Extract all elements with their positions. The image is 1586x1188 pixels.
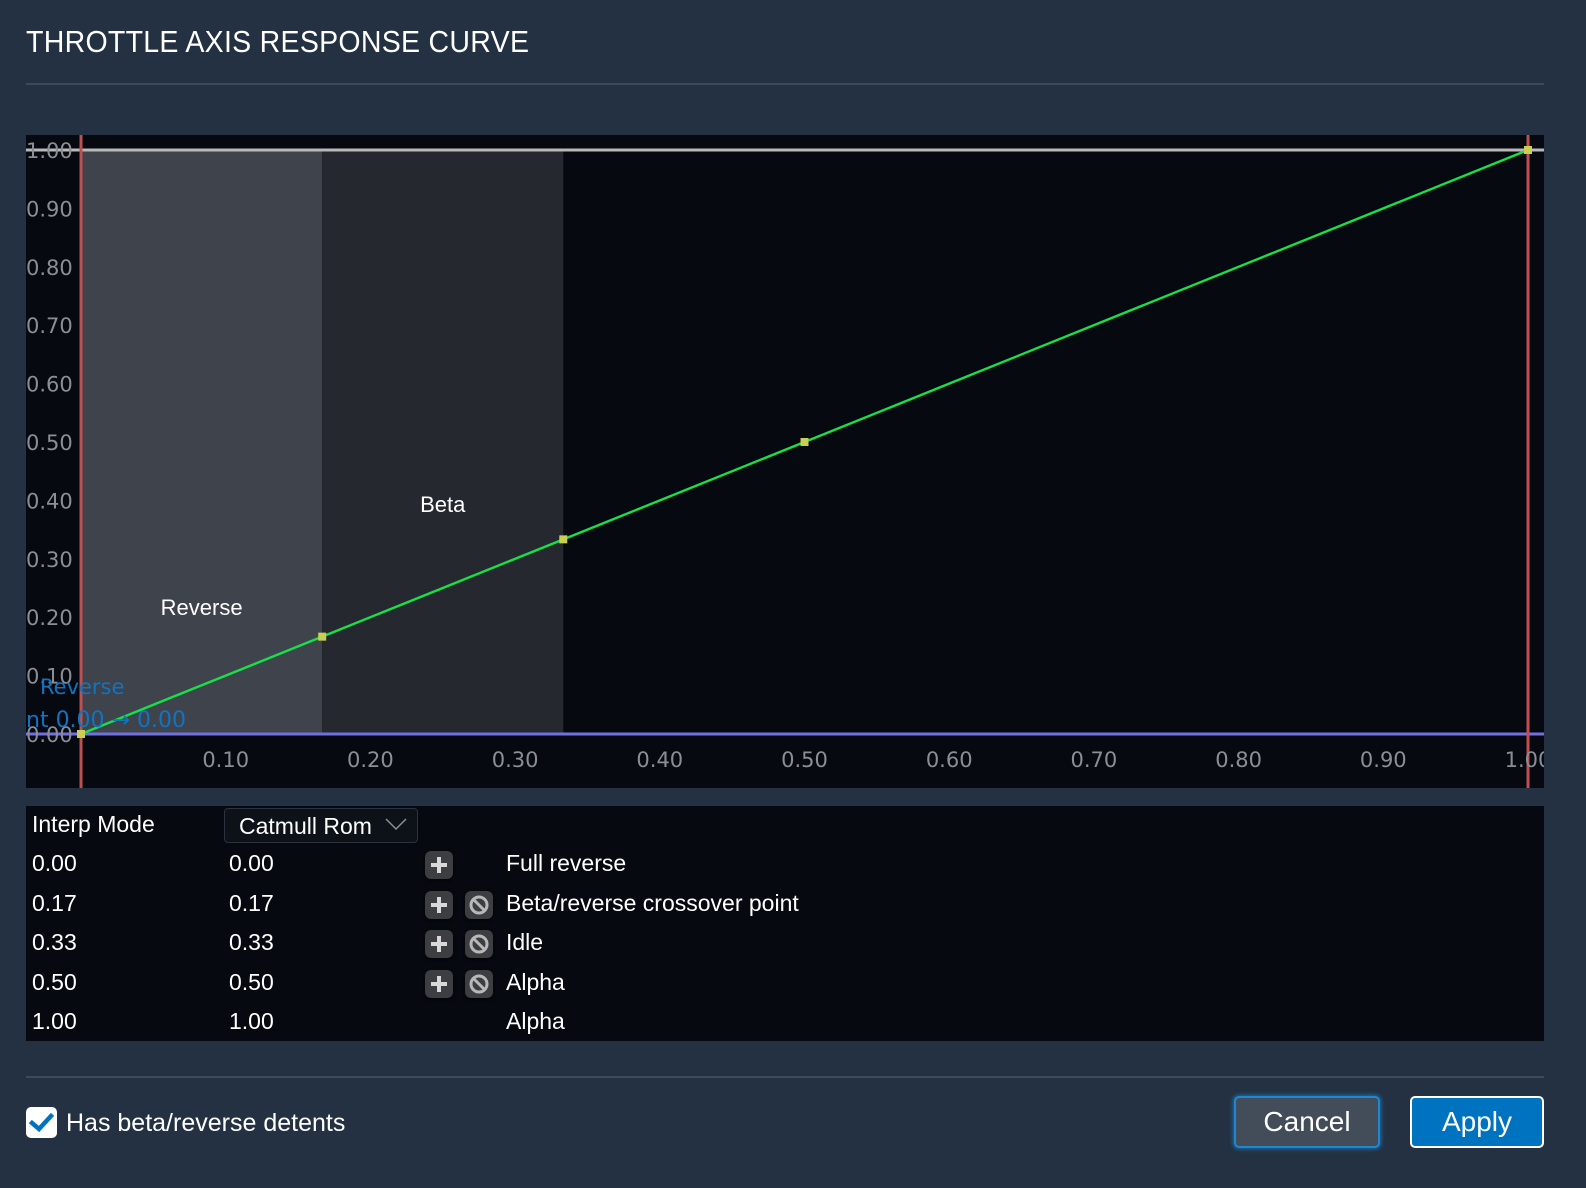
point-name-cell: Beta/reverse crossover point bbox=[506, 890, 799, 916]
x-tick-label: 0.50 bbox=[781, 748, 828, 772]
beta-reverse-detents-checkbox[interactable] bbox=[26, 1107, 57, 1138]
plus-icon bbox=[431, 936, 447, 952]
x-tick-label: 0.80 bbox=[1215, 748, 1262, 772]
x-tick-label: 0.10 bbox=[202, 748, 249, 772]
y-tick-label: 0.40 bbox=[26, 489, 73, 513]
control-point-handle[interactable] bbox=[1524, 146, 1532, 154]
y-tick-label: 0.90 bbox=[26, 197, 73, 221]
add-point-button[interactable] bbox=[425, 891, 453, 919]
region-band-reverse bbox=[81, 150, 323, 734]
region-label-beta: Beta bbox=[420, 492, 466, 517]
x-tick-label: 0.90 bbox=[1360, 748, 1407, 772]
region-label-reverse: Reverse bbox=[161, 595, 243, 620]
input-value-cell[interactable]: 0.50 bbox=[32, 969, 77, 996]
control-point-handle[interactable] bbox=[559, 535, 568, 544]
y-tick-label: 0.50 bbox=[26, 431, 73, 455]
output-value-cell[interactable]: 1.00 bbox=[229, 1008, 274, 1035]
point-name-cell: Full reverse bbox=[506, 850, 627, 876]
prohibit-icon bbox=[469, 974, 489, 994]
point-name-cell: Alpha bbox=[506, 1008, 565, 1034]
x-tick-label: 0.30 bbox=[492, 748, 539, 772]
checkmark-icon bbox=[28, 1112, 55, 1133]
detent-annotation-mapping: nt 0.00 → 0.00 bbox=[26, 708, 186, 733]
interp-mode-dropdown[interactable]: Catmull Rom bbox=[224, 808, 418, 843]
add-point-button[interactable] bbox=[425, 970, 453, 998]
region-band-beta bbox=[322, 150, 564, 734]
y-tick-label: 0.70 bbox=[26, 314, 73, 338]
output-value-cell[interactable]: 0.50 bbox=[229, 969, 274, 996]
output-value-cell[interactable]: 0.00 bbox=[229, 850, 274, 877]
plus-icon bbox=[431, 897, 447, 913]
remove-point-button[interactable] bbox=[465, 930, 493, 958]
output-value-cell[interactable]: 0.17 bbox=[229, 890, 274, 917]
x-tick-label: 0.40 bbox=[636, 748, 683, 772]
point-name-cell: Alpha bbox=[506, 969, 565, 995]
apply-button[interactable]: Apply bbox=[1410, 1096, 1544, 1148]
chevron-down-icon bbox=[385, 818, 407, 831]
interp-mode-label: Interp Mode bbox=[32, 811, 155, 837]
add-point-button[interactable] bbox=[425, 930, 453, 958]
input-value-cell[interactable]: 0.00 bbox=[32, 850, 77, 877]
add-point-button[interactable] bbox=[425, 851, 453, 879]
input-value-cell[interactable]: 1.00 bbox=[32, 1008, 77, 1035]
plus-icon bbox=[431, 857, 447, 873]
detent-annotation-title: Reverse bbox=[40, 675, 124, 699]
control-point-table: Interp Mode Catmull Rom 0.00 0.00 Full rev… bbox=[26, 806, 1544, 1041]
remove-point-button[interactable] bbox=[465, 891, 493, 919]
remove-point-button[interactable] bbox=[465, 970, 493, 998]
x-tick-label: 0.70 bbox=[1071, 748, 1118, 772]
x-tick-label: 1.00 bbox=[1505, 748, 1544, 772]
prohibit-icon bbox=[469, 934, 489, 954]
x-tick-label: 0.20 bbox=[347, 748, 394, 772]
output-value-cell[interactable]: 0.33 bbox=[229, 929, 274, 956]
dialog-title: THROTTLE AXIS RESPONSE CURVE bbox=[26, 24, 530, 59]
control-point-handle[interactable] bbox=[318, 632, 327, 641]
title-divider bbox=[26, 83, 1544, 85]
footer-divider bbox=[26, 1076, 1544, 1078]
y-tick-label: 0.20 bbox=[26, 606, 73, 630]
x-tick-label: 0.60 bbox=[926, 748, 973, 772]
control-point-handle[interactable] bbox=[77, 730, 85, 738]
beta-reverse-detents-label[interactable]: Has beta/reverse detents bbox=[66, 1109, 345, 1138]
y-tick-label: 0.30 bbox=[26, 548, 73, 572]
point-name-cell: Idle bbox=[506, 929, 544, 955]
response-curve-chart[interactable]: 0.00 0.10 0.20 0.30 0.40 0.50 0.60 0.70 0.80 0.90… bbox=[26, 135, 1544, 788]
prohibit-icon bbox=[469, 895, 489, 915]
interp-mode-value: Catmull Rom bbox=[239, 813, 372, 839]
plus-icon bbox=[431, 976, 447, 992]
chart-canvas[interactable]: 0.000.100.200.300.400.500.600.700.800.90… bbox=[26, 135, 1544, 788]
y-tick-label: 0.60 bbox=[26, 373, 73, 397]
cancel-button[interactable]: Cancel bbox=[1234, 1096, 1380, 1148]
input-value-cell[interactable]: 0.33 bbox=[32, 929, 77, 956]
input-value-cell[interactable]: 0.17 bbox=[32, 890, 77, 917]
y-tick-label: 0.80 bbox=[26, 256, 73, 280]
y-tick-label: 1.00 bbox=[26, 139, 73, 163]
control-point-handle[interactable] bbox=[800, 438, 809, 446]
